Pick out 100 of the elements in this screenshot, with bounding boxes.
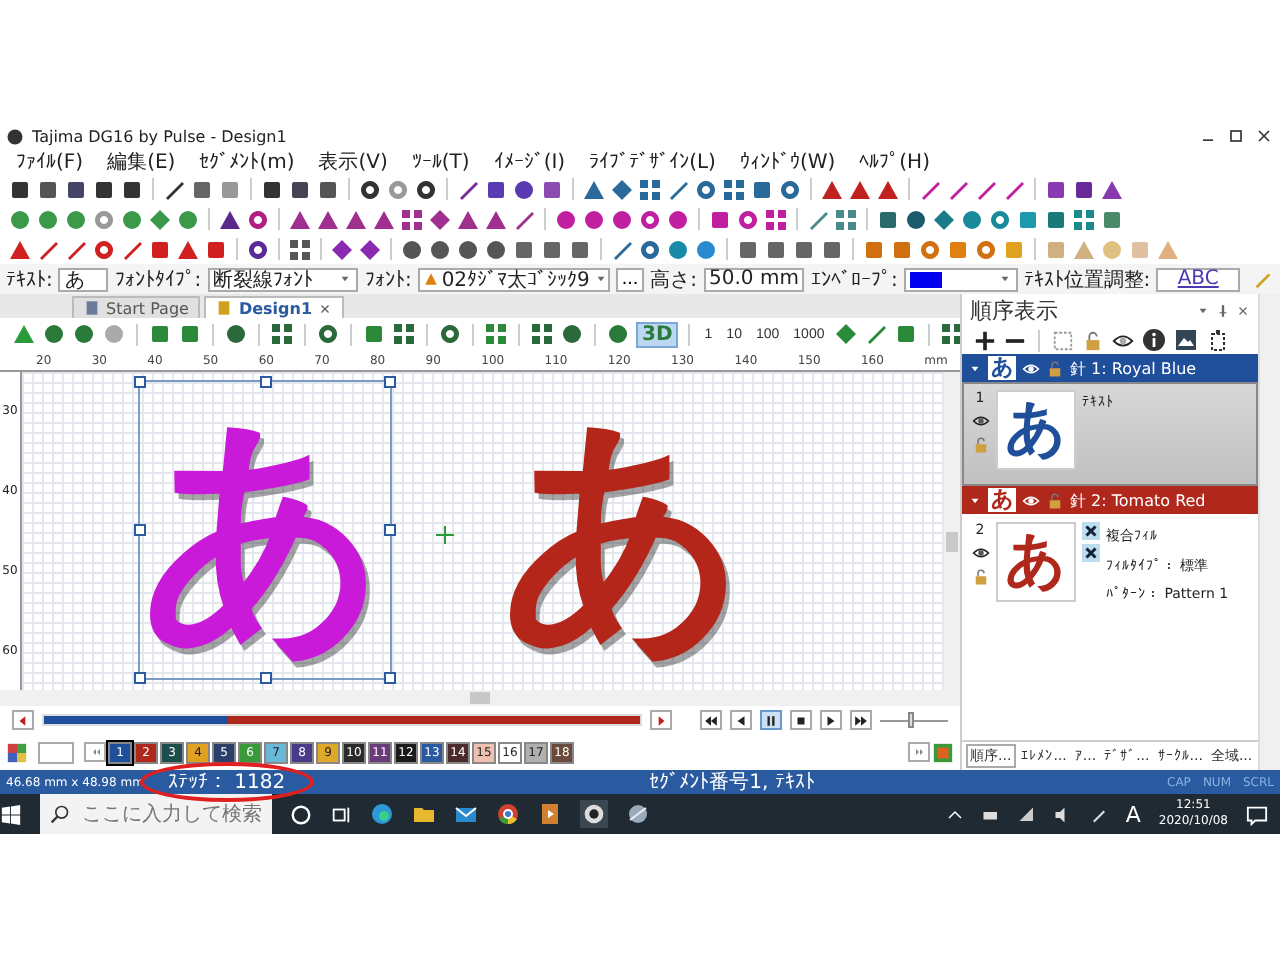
circle-icon[interactable] [560,322,584,346]
triangle-icon[interactable] [8,237,32,261]
square-icon[interactable] [92,177,116,201]
maximize-icon[interactable] [1226,126,1246,146]
selection-frame[interactable]: あ [138,380,392,680]
pause-button[interactable] [760,710,782,730]
ring-icon[interactable] [414,177,438,201]
triangle-icon[interactable] [218,207,242,231]
windows-logo-icon[interactable] [0,803,22,825]
circle-icon[interactable] [960,207,984,231]
network-icon[interactable] [1017,805,1036,823]
circle-icon[interactable] [224,322,248,346]
triangle-icon[interactable] [288,207,312,231]
ring-icon[interactable] [290,803,312,825]
lock-icon[interactable] [1046,491,1064,509]
lock-icon[interactable] [971,568,989,586]
grid-icon[interactable] [392,322,416,346]
square-icon[interactable] [316,177,340,201]
eye-icon[interactable] [971,544,989,562]
square-icon[interactable] [876,207,900,231]
color-grid-icon[interactable] [6,741,28,763]
ring-icon[interactable] [246,237,270,261]
info-icon[interactable] [1142,328,1166,352]
bottle-icon[interactable] [1206,328,1230,352]
circle-icon[interactable] [582,207,606,231]
document-tab[interactable]: Design1 [204,296,345,318]
grid-icon[interactable] [1072,207,1096,231]
caret-icon[interactable] [968,361,982,375]
menu-item[interactable]: 表示(V) [318,147,388,175]
circle-icon[interactable] [120,207,144,231]
triangle-icon[interactable] [820,177,844,201]
app-logo-icon[interactable] [580,800,608,828]
fast-forward-button[interactable] [850,710,872,730]
square-icon[interactable] [512,237,536,261]
resize-handle[interactable] [384,524,396,536]
lock-icon[interactable] [1082,329,1104,351]
step-back-button[interactable] [730,710,752,730]
resize-handle[interactable] [384,376,396,388]
font-type-dropdown[interactable]: 断裂線ﾌｫﾝﾄ [207,267,359,291]
globe-icon[interactable] [626,802,650,826]
caret-icon[interactable] [1196,303,1210,317]
circle-icon[interactable] [694,237,718,261]
circle-icon[interactable] [176,207,200,231]
ring-icon[interactable] [246,207,270,231]
folder-icon[interactable] [412,802,436,826]
square-icon[interactable] [820,237,844,261]
square-icon[interactable] [204,237,228,261]
rewind-button[interactable] [700,710,722,730]
play-button[interactable] [820,710,842,730]
more-button[interactable]: ... [615,267,645,291]
resize-handle[interactable] [259,376,271,388]
circle-icon[interactable] [904,207,928,231]
notification-icon[interactable] [1246,803,1268,825]
circle-icon[interactable] [666,207,690,231]
color-field[interactable] [38,741,74,763]
circle-icon[interactable] [64,207,88,231]
resize-handle[interactable] [134,376,146,388]
triangle-icon[interactable] [344,207,368,231]
color-layer-header[interactable]: あ 針 1: Royal Blue [962,354,1258,382]
browser-swirl-icon[interactable] [370,802,394,826]
square-icon[interactable] [120,177,144,201]
eye-icon[interactable] [1022,491,1040,509]
pen-icon[interactable] [1089,805,1108,823]
menu-item[interactable]: ｳｨﾝﾄﾞｳ(W) [739,149,836,173]
color-layer-header[interactable]: あ 針 2: Tomato Red [962,486,1258,514]
square-icon[interactable] [750,177,774,201]
grid-icon[interactable] [834,207,858,231]
circle-icon[interactable] [400,237,424,261]
stop-button[interactable] [790,710,812,730]
circle-icon[interactable] [484,237,508,261]
cross-icon[interactable] [1082,544,1100,562]
resize-handle[interactable] [134,524,146,536]
square-icon[interactable] [190,177,214,201]
input-mode-indicator[interactable]: A [1125,801,1141,827]
square-icon[interactable] [36,177,60,201]
square-icon[interactable] [8,177,32,201]
triangle-icon[interactable] [484,207,508,231]
triangle-icon[interactable] [876,177,900,201]
picture-icon[interactable] [1174,328,1198,352]
grid-icon[interactable] [288,237,312,261]
speed-slider[interactable] [880,712,948,728]
triangle-icon[interactable] [848,177,872,201]
diamond-icon[interactable] [834,322,859,346]
triangle-icon[interactable] [176,237,200,261]
close-icon[interactable] [1254,126,1274,146]
circle-icon[interactable] [554,207,578,231]
circle-icon[interactable] [72,322,96,346]
close-icon[interactable] [318,301,333,315]
circle-icon[interactable] [606,322,630,346]
grid-icon[interactable] [638,177,662,201]
grid-icon[interactable] [400,207,424,231]
envelope-dropdown[interactable] [903,267,1018,291]
menu-item[interactable]: ﾗｲﾌﾞﾃﾞｻﾞｲﾝ(L) [589,149,716,173]
circle-icon[interactable] [8,207,32,231]
square-icon[interactable] [288,177,312,201]
square-icon[interactable] [1072,177,1096,201]
font-dropdown[interactable]: 02ﾀｼﾞﾏ太ｺﾞｼｯｸ9 [417,267,610,291]
3d-toggle[interactable]: 3D [636,321,679,347]
eye-icon[interactable] [1022,359,1040,377]
ring-icon[interactable] [438,322,462,346]
